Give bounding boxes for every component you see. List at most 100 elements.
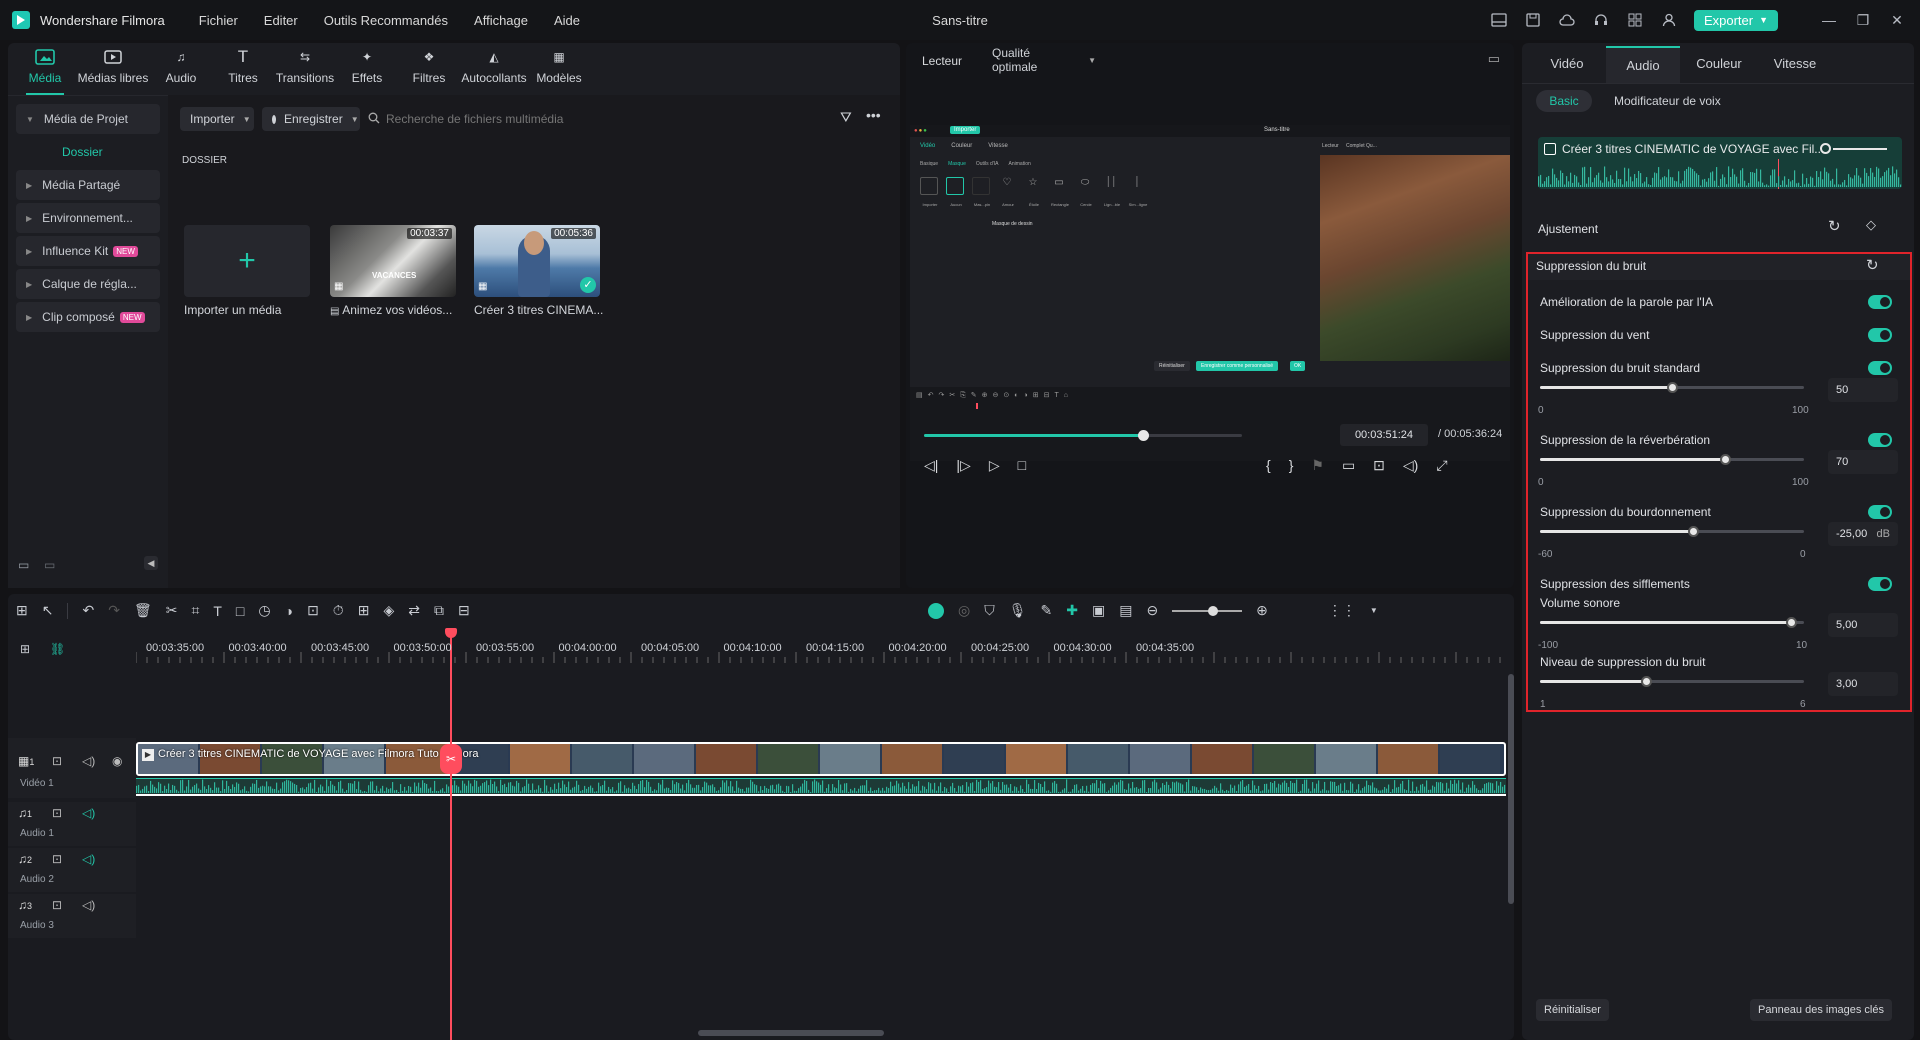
timer-icon[interactable]: ⏱: [333, 602, 344, 619]
zoom-in-icon[interactable]: ⊕: [1256, 602, 1268, 619]
standard-noise-toggle[interactable]: [1868, 361, 1892, 375]
timeline-vertical-scrollbar[interactable]: [1508, 674, 1514, 904]
color-icon[interactable]: ◑: [285, 603, 293, 619]
quality-dropdown[interactable]: Qualité optimale ▼: [986, 46, 1096, 74]
frame-icon[interactable]: ⊞: [358, 602, 370, 619]
lock-icon[interactable]: ⊡: [52, 754, 62, 768]
mute-icon[interactable]: ◁): [82, 754, 95, 768]
cloud-icon[interactable]: [1558, 11, 1576, 29]
new-folder-icon[interactable]: ▭: [18, 558, 29, 572]
layout-icon[interactable]: [1490, 11, 1508, 29]
ai-tool-icon[interactable]: ⊡: [307, 602, 319, 619]
tool-templates[interactable]: ▦ Modèles: [528, 48, 590, 91]
sidebar-item-project-media[interactable]: ▼ Média de Projet: [16, 104, 160, 134]
media-search-input[interactable]: [386, 107, 686, 131]
marker-icon[interactable]: ⚑: [1311, 457, 1324, 474]
tool-stock-media[interactable]: Médias libres: [76, 48, 150, 91]
tab-speed[interactable]: Vitesse: [1758, 43, 1832, 83]
detach-icon[interactable]: ⧉: [434, 602, 444, 619]
filter-icon[interactable]: ⛛: [840, 109, 852, 126]
reverb-value[interactable]: 70: [1828, 450, 1898, 474]
hum-value[interactable]: -25,00 dB: [1828, 522, 1898, 546]
tool-filters[interactable]: ❖ Filtres: [398, 48, 460, 91]
current-time-field[interactable]: 00:03:51:24: [1340, 424, 1428, 446]
slider-knob[interactable]: [1785, 617, 1797, 628]
link-icon[interactable]: ⛓: [50, 642, 65, 656]
lock-icon[interactable]: ⊡: [52, 806, 62, 820]
collapse-sidebar-icon[interactable]: ◀: [144, 556, 158, 570]
menu-view[interactable]: Affichage: [474, 13, 528, 28]
undo-icon[interactable]: ↶: [82, 602, 94, 619]
more-options-icon[interactable]: •••: [866, 107, 881, 123]
sidebar-item-compound-clip[interactable]: ▶ Clip composé NEW: [16, 302, 160, 332]
previous-frame-icon[interactable]: ◁|: [924, 457, 938, 474]
menu-edit[interactable]: Editer: [264, 13, 298, 28]
split-scissors-icon[interactable]: ✂: [440, 744, 462, 774]
replace-icon[interactable]: ⇄: [408, 602, 420, 619]
user-icon[interactable]: [1660, 11, 1678, 29]
volume-icon[interactable]: ◁): [1403, 457, 1418, 474]
tool-transitions[interactable]: ⇆ Transitions: [274, 48, 336, 91]
reverb-toggle[interactable]: [1868, 433, 1892, 447]
shape-icon[interactable]: □: [236, 603, 244, 619]
clip-thumbnail[interactable]: 00:03:37 VACANCES ▦: [330, 225, 456, 297]
export-button[interactable]: Exporter ▼: [1693, 9, 1778, 31]
auto-edit-icon[interactable]: ◎: [958, 602, 970, 619]
add-track-icon[interactable]: ⊞: [20, 642, 30, 656]
fullscreen-icon[interactable]: ⤢: [1436, 457, 1447, 474]
keyframe-diamond-icon[interactable]: ◇: [1866, 217, 1876, 233]
slider-knob[interactable]: [1719, 454, 1731, 465]
sidebar-item-shared-media[interactable]: ▶ Média Partagé: [16, 170, 160, 200]
grid-apps-icon[interactable]: [1626, 11, 1644, 29]
subtab-voice-changer[interactable]: Modificateur de voix: [1614, 94, 1721, 108]
layout-grid-icon[interactable]: ⊞: [16, 602, 28, 619]
sidebar-item-influence-kit[interactable]: ▶ Influence Kit NEW: [16, 236, 160, 266]
zoom-out-icon[interactable]: ⊖: [1146, 602, 1158, 619]
reset-icon[interactable]: ↻: [1828, 217, 1841, 235]
sidebar-item-adjustment-layer[interactable]: ▶ Calque de régla...: [16, 269, 160, 299]
caption-icon[interactable]: ▤: [1119, 602, 1132, 619]
display-icon[interactable]: ▭: [1342, 457, 1355, 474]
noise-level-slider[interactable]: [1540, 676, 1804, 687]
play-pause-icon[interactable]: ▷: [989, 457, 1000, 474]
snapshot-icon[interactable]: ▭: [1488, 51, 1500, 67]
zoom-slider[interactable]: [1172, 605, 1243, 616]
eye-icon[interactable]: ◉: [112, 754, 122, 768]
timeline-horizontal-scrollbar[interactable]: [698, 1030, 884, 1036]
linked-audio-clip[interactable]: [136, 778, 1506, 796]
ai-speech-toggle[interactable]: [1868, 295, 1892, 309]
slider-knob[interactable]: [1667, 382, 1678, 393]
record-dropdown[interactable]: Enregistrer ▼: [262, 107, 360, 131]
menu-tools[interactable]: Outils Recommandés: [324, 13, 448, 28]
preview-screen[interactable]: ●●● Importer Sans-titre Vidéo Couleur Vi…: [910, 125, 1510, 461]
import-media-tile[interactable]: +: [184, 225, 310, 297]
clip-thumbnail[interactable]: 00:05:36 ✓ ▦: [474, 225, 600, 297]
mask-icon[interactable]: ◈: [383, 602, 394, 619]
volume-knob[interactable]: [1820, 143, 1831, 154]
lock-icon[interactable]: ⊡: [52, 852, 62, 866]
chevron-down-icon[interactable]: ▼: [1370, 606, 1378, 615]
tab-video[interactable]: Vidéo: [1530, 43, 1604, 83]
audio-mute-icon[interactable]: ◁): [82, 806, 95, 820]
cut-icon[interactable]: ✂: [166, 602, 178, 619]
noise-level-value[interactable]: 3,00: [1828, 672, 1898, 696]
reverb-slider[interactable]: [1540, 454, 1804, 465]
play-icon[interactable]: |▷: [956, 457, 970, 474]
volume-icon[interactable]: ◁): [82, 898, 95, 912]
shield-icon[interactable]: ⛉: [984, 602, 995, 619]
wind-removal-toggle[interactable]: [1868, 328, 1892, 342]
microphone-icon[interactable]: 🎙: [1009, 602, 1027, 619]
close-icon[interactable]: ✕: [1888, 11, 1906, 29]
standard-noise-slider[interactable]: [1540, 382, 1804, 393]
menu-help[interactable]: Aide: [554, 13, 580, 28]
voiceover-icon[interactable]: ✎: [1041, 602, 1053, 619]
audio-waveform-card[interactable]: Créer 3 titres CINEMATIC de VOYAGE avec …: [1538, 137, 1902, 189]
grid-view-icon[interactable]: ⋮⋮: [1328, 602, 1356, 619]
tab-audio[interactable]: Audio: [1606, 46, 1680, 83]
tab-color[interactable]: Couleur: [1682, 43, 1756, 83]
stop-icon[interactable]: □: [1018, 457, 1026, 474]
camera-icon[interactable]: ⊡: [1373, 457, 1385, 474]
tool-media[interactable]: Média: [14, 48, 76, 95]
minimize-icon[interactable]: —: [1820, 11, 1838, 29]
hum-toggle[interactable]: [1868, 505, 1892, 519]
